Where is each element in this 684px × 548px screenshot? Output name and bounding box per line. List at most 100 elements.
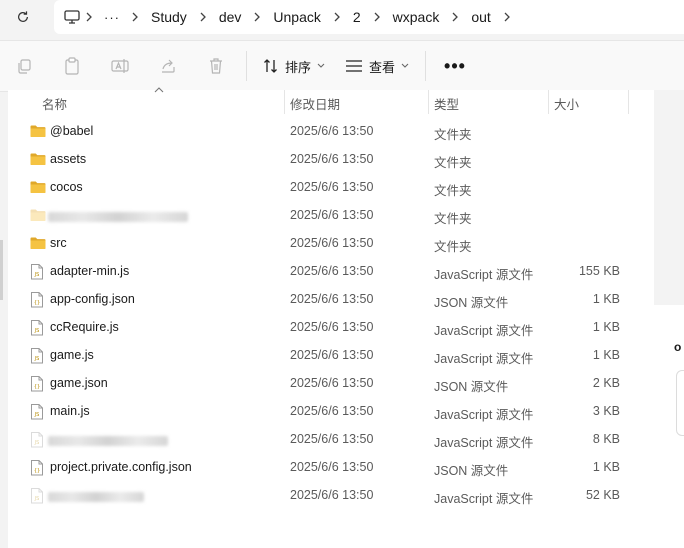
file-name[interactable]: game.json	[50, 376, 108, 390]
chevron-right-icon[interactable]	[248, 0, 266, 34]
command-bar: 排序 查看 •••	[0, 40, 684, 92]
delete-button[interactable]	[192, 46, 240, 86]
file-type: 文件夹	[434, 128, 472, 142]
copy-button[interactable]	[0, 46, 48, 86]
column-divider[interactable]	[428, 90, 429, 114]
chevron-right-icon[interactable]	[498, 0, 516, 34]
file-row[interactable]: JS 2025/6/6 13:50 JavaScript 源文件 8 KB	[8, 426, 654, 454]
file-date: 2025/6/6 13:50	[290, 460, 374, 474]
chevron-right-icon[interactable]	[328, 0, 346, 34]
column-divider[interactable]	[548, 90, 549, 114]
column-header-row: 名称 修改日期 类型 大小	[8, 87, 654, 114]
file-type: 文件夹	[434, 184, 472, 198]
column-divider[interactable]	[628, 90, 629, 114]
redacted-file-name	[48, 212, 188, 222]
file-date: 2025/6/6 13:50	[290, 236, 374, 250]
svg-text:JS: JS	[34, 328, 40, 334]
js-file-icon: JS	[30, 488, 46, 504]
breadcrumb-overflow[interactable]: ···	[98, 0, 126, 34]
svg-text:JS: JS	[34, 272, 40, 278]
paste-button[interactable]	[48, 46, 96, 86]
svg-text:{}: {}	[34, 468, 40, 474]
file-size: 8 KB	[592, 432, 620, 446]
column-header-size[interactable]: 大小	[554, 94, 579, 113]
file-type: JavaScript 源文件	[434, 352, 534, 366]
file-name[interactable]: @babel	[50, 124, 93, 138]
breadcrumb-item[interactable]: Study	[144, 9, 194, 25]
file-name[interactable]: project.private.config.json	[50, 460, 192, 474]
chevron-right-icon[interactable]	[80, 0, 98, 34]
file-row[interactable]: src 2025/6/6 13:50 文件夹	[8, 230, 654, 258]
js-file-icon: JS	[30, 264, 46, 280]
file-row[interactable]: JS 2025/6/6 13:50 JavaScript 源文件 52 KB	[8, 482, 654, 510]
file-list-pane: 名称 修改日期 类型 大小 @babel 2025/6/6 13:50 文件夹 ass…	[8, 87, 654, 548]
file-type: JavaScript 源文件	[434, 436, 534, 450]
js-file-icon: JS	[30, 348, 46, 364]
breadcrumb-item[interactable]: dev	[212, 9, 249, 25]
file-row[interactable]: {} app-config.json 2025/6/6 13:50 JSON 源文件 1…	[8, 286, 654, 314]
folder-icon	[30, 152, 46, 168]
breadcrumb-items: Study dev Unpack 2 wxpack out	[126, 0, 516, 34]
trash-icon	[210, 58, 222, 74]
file-type: JavaScript 源文件	[434, 268, 534, 282]
chevron-right-icon[interactable]	[446, 0, 464, 34]
column-header-name[interactable]: 名称	[42, 94, 67, 113]
file-row[interactable]: {} game.json 2025/6/6 13:50 JSON 源文件 2 KB	[8, 370, 654, 398]
file-size: 1 KB	[592, 320, 620, 334]
js-file-icon: JS	[30, 320, 46, 336]
file-date: 2025/6/6 13:50	[290, 320, 374, 334]
file-name[interactable]: cocos	[50, 180, 83, 194]
file-type: JSON 源文件	[434, 464, 509, 478]
file-row[interactable]: {} project.private.config.json 2025/6/6 13…	[8, 454, 654, 482]
file-name[interactable]: assets	[50, 152, 86, 166]
chevron-down-icon	[317, 63, 325, 68]
column-divider[interactable]	[284, 90, 285, 114]
file-name[interactable]: ccRequire.js	[50, 320, 119, 334]
file-name[interactable]: src	[50, 236, 67, 250]
file-row[interactable]: JS game.js 2025/6/6 13:50 JavaScript 源文件 1 K…	[8, 342, 654, 370]
file-name[interactable]: game.js	[50, 348, 94, 362]
file-name[interactable]: adapter-min.js	[50, 264, 129, 278]
share-button[interactable]	[144, 46, 192, 86]
column-header-type[interactable]: 类型	[434, 94, 459, 113]
breadcrumb-root[interactable]	[54, 0, 80, 34]
js-file-icon: JS	[30, 432, 46, 448]
file-row[interactable]: cocos 2025/6/6 13:50 文件夹	[8, 174, 654, 202]
file-name[interactable]: app-config.json	[50, 292, 135, 306]
chevron-right-icon[interactable]	[194, 0, 212, 34]
file-size: 155 KB	[578, 264, 620, 278]
address-bar: ··· Study dev Unpack 2 wxpack out	[0, 0, 684, 34]
sort-button[interactable]: 排序	[253, 48, 335, 84]
monitor-icon	[64, 10, 80, 24]
file-type: 文件夹	[434, 156, 472, 170]
chevron-right-icon[interactable]	[368, 0, 386, 34]
rename-button[interactable]	[96, 46, 144, 86]
sort-icon	[264, 59, 277, 73]
chevron-right-icon[interactable]	[126, 0, 144, 34]
view-button[interactable]: 查看	[335, 48, 419, 84]
more-options-button[interactable]: •••	[432, 56, 478, 77]
column-header-date[interactable]: 修改日期	[290, 94, 340, 113]
breadcrumb-item[interactable]: 2	[346, 9, 368, 25]
file-row[interactable]: JS main.js 2025/6/6 13:50 JavaScript 源文件 3 K…	[8, 398, 654, 426]
file-row[interactable]: assets 2025/6/6 13:50 文件夹	[8, 146, 654, 174]
redacted-file-name	[48, 436, 168, 446]
svg-text:JS: JS	[34, 440, 40, 446]
breadcrumb-item[interactable]: Unpack	[266, 9, 327, 25]
file-row[interactable]: JS adapter-min.js 2025/6/6 13:50 JavaScript…	[8, 258, 654, 286]
file-row[interactable]: 2025/6/6 13:50 文件夹	[8, 202, 654, 230]
more-horizontal-icon: ···	[104, 9, 120, 25]
breadcrumb-item[interactable]: wxpack	[386, 9, 447, 25]
sort-ascending-icon	[154, 87, 164, 93]
file-type: JavaScript 源文件	[434, 408, 534, 422]
file-row[interactable]: @babel 2025/6/6 13:50 文件夹	[8, 118, 654, 146]
json-file-icon: {}	[30, 292, 46, 308]
file-type: 文件夹	[434, 212, 472, 226]
file-size: 52 KB	[585, 488, 620, 502]
breadcrumb-item[interactable]: out	[464, 9, 497, 25]
navigation-pane-edge	[0, 240, 3, 300]
refresh-button[interactable]	[10, 4, 36, 30]
json-file-icon: {}	[30, 376, 46, 392]
file-name[interactable]: main.js	[50, 404, 90, 418]
file-row[interactable]: JS ccRequire.js 2025/6/6 13:50 JavaScript 源…	[8, 314, 654, 342]
